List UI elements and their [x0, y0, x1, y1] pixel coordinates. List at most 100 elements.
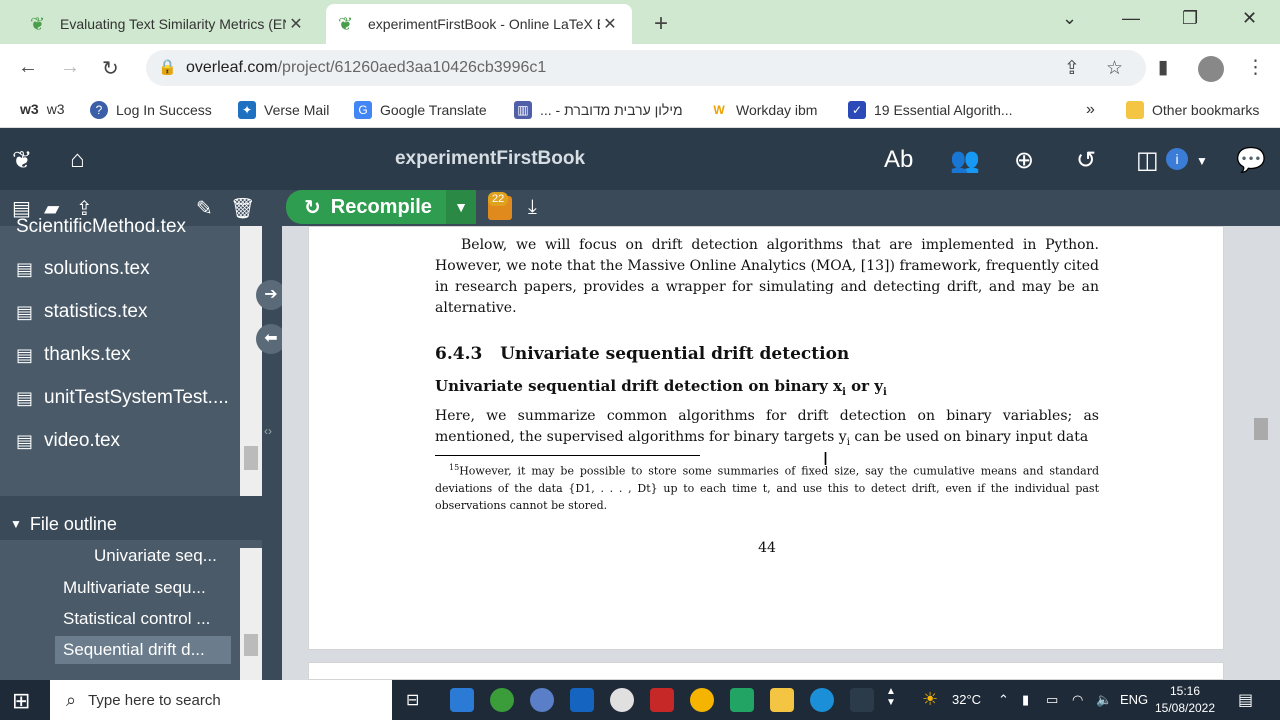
review-icon[interactable]: Ab — [884, 146, 913, 174]
outline-item-selected[interactable]: Sequential drift d... — [55, 636, 231, 664]
new-tab-icon[interactable]: + — [654, 10, 668, 38]
delete-trash-icon[interactable]: 🗑 — [230, 196, 255, 221]
taskbar-clock[interactable]: 15:16 15/08/2022 — [1150, 683, 1220, 717]
battery-icon[interactable]: ▭ — [1046, 692, 1058, 708]
task-view-icon[interactable]: ⊟ — [406, 690, 419, 710]
file-icon: ▤ — [16, 302, 34, 322]
tab-title: Evaluating Text Similarity Metrics (EN — [60, 16, 286, 32]
profile-avatar[interactable] — [1198, 56, 1224, 82]
language-indicator[interactable]: ENG — [1120, 692, 1148, 707]
windows-start-icon[interactable]: ⊞ — [12, 688, 30, 714]
url-host: overleaf.com — [186, 59, 278, 76]
editor-toolbar: ▤ ▰ ⇪ ✎ 🗑 — [0, 190, 1280, 226]
menu-kebab-icon[interactable]: ⋮ — [1246, 56, 1265, 79]
r-app-icon[interactable] — [530, 688, 554, 712]
info-icon[interactable]: i — [1166, 148, 1188, 170]
pdf-next-page — [308, 662, 1224, 680]
wifi-icon[interactable]: ◠ — [1072, 692, 1083, 708]
restore-icon[interactable]: ❐ — [1182, 8, 1198, 29]
bookmark-w3[interactable]: w3 w3 — [20, 101, 65, 117]
file-item[interactable]: ScientificMethod.tex — [16, 216, 186, 238]
outline-scrollbar[interactable] — [240, 548, 262, 680]
chat-icon[interactable]: 💬 — [1236, 146, 1266, 175]
overleaf-header: ❦ ⌂ experimentFirstBook Ab 👥 ⊕ ↺ ◫ i ▼ 💬 — [0, 128, 1280, 190]
address-bar-row: ← → ↻ 🔒 overleaf.com/project/61260aed3aa… — [0, 44, 1280, 92]
file-tree-scrollbar[interactable] — [240, 226, 262, 496]
close-tab-icon[interactable]: ✕ — [286, 14, 306, 34]
search-icon: ⌕ — [66, 689, 77, 710]
recompile-dropdown-icon[interactable]: ▼ — [446, 190, 476, 224]
tab-search-icon[interactable]: ⌄ — [1062, 8, 1077, 29]
acrobat-icon[interactable] — [650, 688, 674, 712]
forward-icon[interactable]: → — [60, 56, 80, 79]
edge-icon[interactable] — [810, 688, 834, 712]
show-hidden-icons[interactable]: ⌃ — [998, 692, 1009, 708]
submit-globe-icon[interactable]: ⊕ — [1014, 146, 1034, 175]
app-icon[interactable] — [490, 688, 514, 712]
resize-arrows-icon[interactable]: ‹› — [264, 424, 272, 438]
bookmark-algorithms[interactable]: ✓ 19 Essential Algorith... — [848, 101, 1013, 119]
folder-icon — [1126, 101, 1144, 119]
slack-icon[interactable] — [610, 688, 634, 712]
outline-item[interactable]: Statistical control ... — [63, 609, 210, 629]
more-bookmarks-icon[interactable]: » — [1086, 101, 1095, 119]
bookmark-workday[interactable]: W Workday ibm — [710, 101, 817, 119]
browser-tab-1[interactable]: ❦ Evaluating Text Similarity Metrics (EN… — [18, 4, 318, 44]
scrollbar-thumb[interactable] — [1254, 418, 1268, 440]
bookmark-star-icon[interactable]: ☆ — [1106, 57, 1123, 80]
file-item[interactable]: ▤ video.tex — [16, 430, 120, 452]
outline-item[interactable]: Univariate seq... — [94, 546, 217, 566]
share-icon[interactable]: ⇪ — [1064, 57, 1080, 80]
url-path: /project/61260aed3aa10426cb3996c1 — [277, 59, 547, 76]
lock-icon: 🔒 — [158, 59, 177, 76]
rename-pencil-icon[interactable]: ✎ — [196, 196, 213, 221]
file-item[interactable]: ▤ unitTestSystemTest.... — [16, 387, 229, 409]
share-users-icon[interactable]: 👥 — [950, 146, 980, 175]
collapse-chevron-icon: ▼ — [10, 517, 22, 531]
bookmarks-bar: w3 w3 ? Log In Success ✦ Verse Mail G Go… — [0, 92, 1280, 128]
bookmark-other[interactable]: Other bookmarks — [1126, 101, 1259, 119]
minimize-icon[interactable]: — — [1122, 8, 1140, 29]
file-explorer-icon[interactable] — [770, 688, 794, 712]
scrollbar-thumb[interactable] — [244, 634, 258, 656]
close-tab-icon[interactable]: ✕ — [600, 14, 620, 34]
url-field[interactable]: 🔒 overleaf.com/project/61260aed3aa10426c… — [146, 50, 1146, 86]
scrollbar-thumb[interactable] — [244, 446, 258, 470]
volume-icon[interactable]: 🔈 — [1096, 692, 1112, 708]
download-icon[interactable]: ⤓ — [528, 196, 537, 219]
pycharm-icon[interactable] — [730, 688, 754, 712]
pdf-section-heading: 6.4.3 Univariate sequential drift detect… — [435, 344, 850, 364]
outlook-icon[interactable] — [570, 688, 594, 712]
project-title[interactable]: experimentFirstBook — [0, 148, 980, 170]
store-app-icon[interactable] — [450, 688, 474, 712]
outline-item[interactable]: Multivariate sequ... — [63, 578, 206, 598]
file-item[interactable]: ▤ statistics.tex — [16, 301, 147, 323]
bookmark-arabic-dictionary[interactable]: ▥ ... - מילון ערבית מדוברת — [514, 101, 683, 119]
close-window-icon[interactable]: ✕ — [1242, 8, 1257, 29]
weather-icon: ☀ — [922, 689, 939, 709]
file-item[interactable]: ▤ solutions.tex — [16, 258, 150, 280]
bookmark-login-success[interactable]: ? Log In Success — [90, 101, 212, 119]
pdf-scrollbar[interactable] — [1250, 232, 1272, 678]
terminal-icon[interactable] — [850, 688, 874, 712]
side-panel-icon[interactable]: ▮ — [1158, 56, 1168, 79]
notifications-icon[interactable]: ▤ — [1238, 690, 1253, 710]
history-icon[interactable]: ↺ — [1076, 146, 1096, 175]
layout-icon[interactable]: ◫ — [1136, 146, 1159, 175]
browser-tab-2[interactable]: ❦ experimentFirstBook - Online LaTeX Ed … — [326, 4, 632, 44]
file-outline-header[interactable]: ▼ File outline — [0, 508, 262, 540]
bookmark-verse-mail[interactable]: ✦ Verse Mail — [238, 101, 329, 119]
taskbar-search-input[interactable]: ⌕ Type here to search — [50, 680, 392, 720]
reload-icon[interactable]: ↻ — [102, 56, 119, 81]
scroll-arrows-icon[interactable]: ▲ ▼ — [886, 686, 896, 708]
file-item[interactable]: ▤ thanks.tex — [16, 344, 131, 366]
bookmark-google-translate[interactable]: G Google Translate — [354, 101, 487, 119]
temperature[interactable]: 32°C — [952, 692, 981, 707]
panel-resize-handle[interactable] — [0, 496, 262, 508]
chrome-icon[interactable] — [690, 688, 714, 712]
editor-pdf-divider[interactable]: ➔ ⬅ ‹› — [256, 226, 286, 680]
back-icon[interactable]: ← — [18, 56, 38, 79]
usb-icon[interactable]: ▮ — [1022, 692, 1029, 708]
overleaf-favicon-icon: ❦ — [30, 14, 46, 34]
layout-dropdown-icon[interactable]: ▼ — [1196, 154, 1208, 168]
